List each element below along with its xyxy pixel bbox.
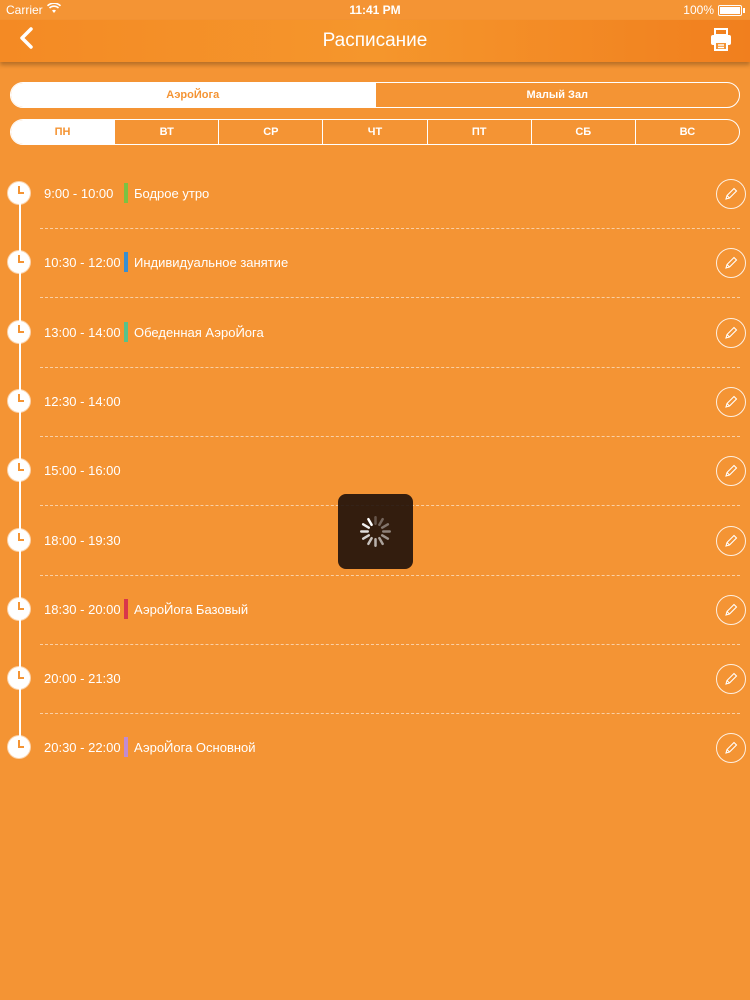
schedule-row[interactable]: 20:30 - 22:00 АэроЙога Основной — [0, 733, 750, 817]
class-name: Обеденная АэроЙога — [134, 325, 264, 340]
edit-button[interactable] — [716, 248, 746, 278]
pencil-icon — [725, 256, 738, 269]
hall-segmented-control: АэроЙога Малый Зал — [10, 82, 740, 108]
session-time: 20:30 - 22:00 — [44, 740, 121, 755]
session-time: 10:30 - 12:00 — [44, 255, 121, 270]
row-divider — [40, 367, 740, 368]
day-tab-3[interactable]: ЧТ — [322, 120, 426, 144]
class-color-marker — [124, 737, 128, 757]
day-tab-6[interactable]: ВС — [634, 120, 739, 144]
class-color-marker — [124, 322, 128, 342]
class-color-marker — [124, 252, 128, 272]
clock-icon — [8, 321, 30, 343]
session-time: 20:00 - 21:30 — [44, 671, 121, 686]
edit-button[interactable] — [716, 664, 746, 694]
day-tab-5[interactable]: СБ — [530, 120, 635, 144]
session-time: 12:30 - 14:00 — [44, 394, 121, 409]
printer-icon — [711, 28, 731, 51]
edit-button[interactable] — [716, 318, 746, 348]
pencil-icon — [725, 187, 738, 200]
edit-button[interactable] — [716, 526, 746, 556]
clock-icon — [8, 390, 30, 412]
schedule-row[interactable]: 18:30 - 20:00 АэроЙога Базовый — [0, 595, 750, 679]
clock-icon — [8, 598, 30, 620]
battery-icon — [718, 5, 745, 16]
row-divider — [40, 575, 740, 576]
clock-label: 11:41 PM — [349, 3, 401, 17]
session-time: 13:00 - 14:00 — [44, 325, 121, 340]
session-time: 18:30 - 20:00 — [44, 602, 121, 617]
pencil-icon — [725, 326, 738, 339]
class-name: АэроЙога Основной — [134, 740, 256, 755]
pencil-icon — [725, 464, 738, 477]
row-divider — [40, 297, 740, 298]
loading-indicator — [338, 494, 413, 569]
class-name: Индивидуальное занятие — [134, 255, 289, 270]
nav-bar: Расписание — [0, 20, 750, 62]
print-button[interactable] — [710, 28, 732, 52]
pencil-icon — [725, 672, 738, 685]
day-tab-2[interactable]: СР — [218, 120, 322, 144]
session-time: 9:00 - 10:00 — [44, 186, 114, 201]
edit-button[interactable] — [716, 733, 746, 763]
schedule-row[interactable]: 9:00 - 10:00 Бодрое утро — [0, 179, 750, 263]
spinner-icon — [360, 516, 391, 547]
schedule-row[interactable]: 10:30 - 12:00 Индивидуальное занятие — [0, 248, 750, 332]
clock-icon — [8, 251, 30, 273]
clock-icon — [8, 182, 30, 204]
row-divider — [40, 436, 740, 437]
clock-icon — [8, 736, 30, 758]
schedule-row[interactable]: 12:30 - 14:00 — [0, 387, 750, 471]
day-tab-4[interactable]: ПТ — [426, 120, 531, 144]
clock-icon — [8, 529, 30, 551]
day-tab-0[interactable]: ПН — [11, 120, 115, 144]
edit-button[interactable] — [716, 387, 746, 417]
pencil-icon — [725, 741, 738, 754]
status-bar: Carrier 11:41 PM 100% — [0, 0, 750, 20]
class-name: АэроЙога Базовый — [134, 602, 249, 617]
session-time: 15:00 - 16:00 — [44, 463, 121, 478]
page-title: Расписание — [322, 30, 428, 51]
class-name: Бодрое утро — [134, 186, 210, 201]
class-color-marker — [124, 599, 128, 619]
pencil-icon — [725, 603, 738, 616]
schedule-row[interactable]: 20:00 - 21:30 — [0, 664, 750, 748]
row-divider — [40, 713, 740, 714]
schedule-row[interactable]: 13:00 - 14:00 Обеденная АэроЙога — [0, 318, 750, 402]
clock-icon — [8, 667, 30, 689]
pencil-icon — [725, 395, 738, 408]
battery-percent: 100% — [683, 3, 714, 17]
edit-button[interactable] — [716, 595, 746, 625]
row-divider — [40, 228, 740, 229]
edit-button[interactable] — [716, 456, 746, 486]
day-tab-1[interactable]: ВТ — [114, 120, 218, 144]
day-segmented-control: ПН ВТ СР ЧТ ПТ СБ ВС — [10, 119, 740, 145]
session-time: 18:00 - 19:30 — [44, 533, 121, 548]
hall-tab-1[interactable]: Малый Зал — [374, 83, 740, 107]
clock-icon — [8, 459, 30, 481]
row-divider — [40, 644, 740, 645]
class-color-marker — [124, 183, 128, 203]
pencil-icon — [725, 534, 738, 547]
edit-button[interactable] — [716, 179, 746, 209]
hall-tab-0[interactable]: АэроЙога — [11, 83, 375, 107]
